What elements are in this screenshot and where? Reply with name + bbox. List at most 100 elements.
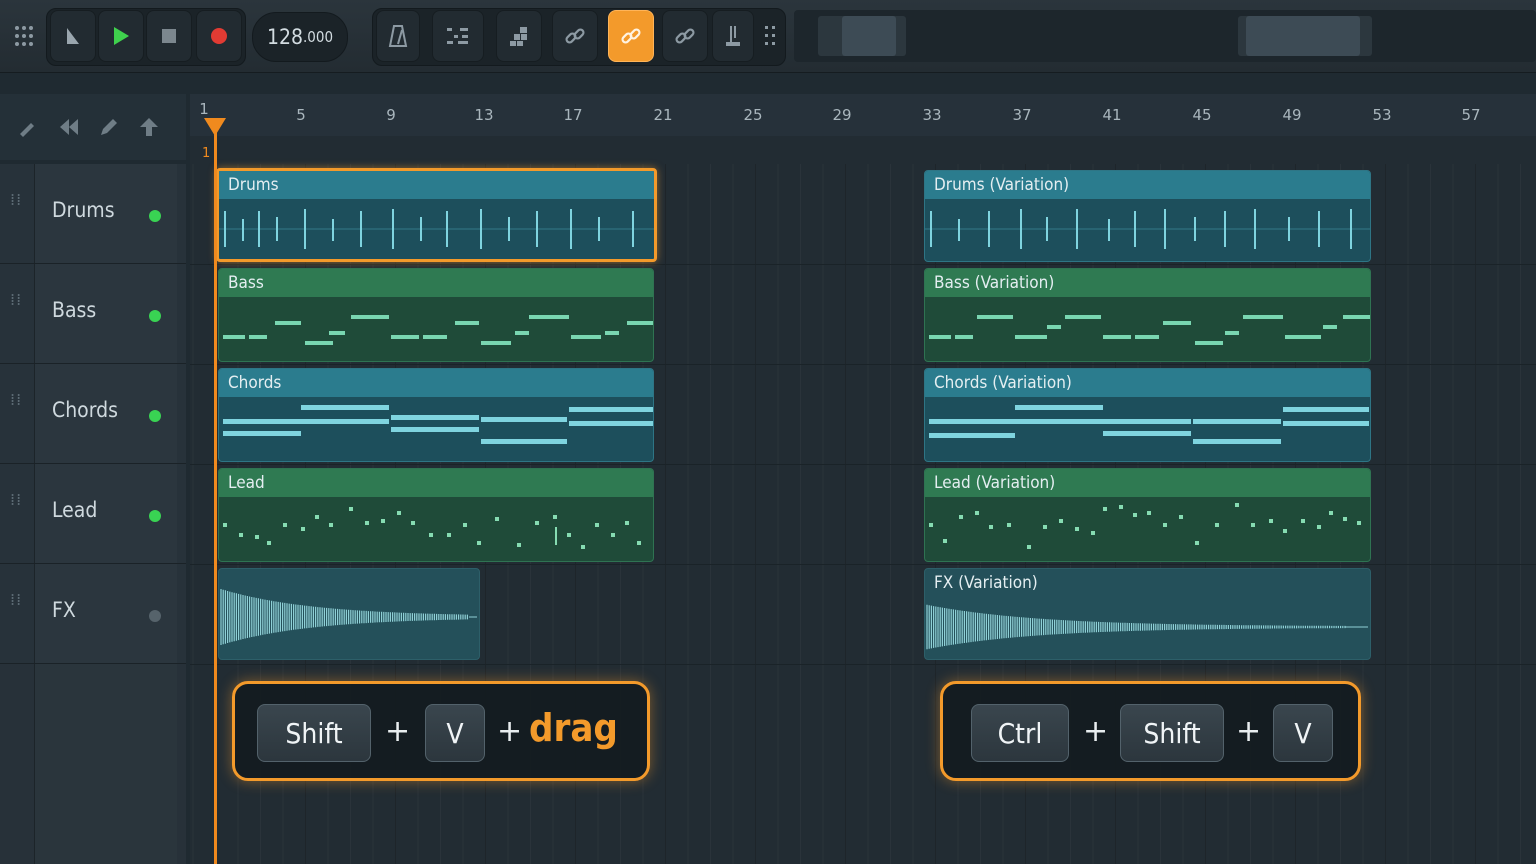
plus-sign: + [1236,714,1262,749]
clip-title: Drums (Variation) [925,171,1370,199]
lane-divider [190,664,1536,665]
toolbar: 128.000 [0,0,1536,73]
track-name[interactable]: Chords [52,398,118,422]
chord-notes [223,405,653,444]
link-alt-icon[interactable] [662,10,708,62]
playhead-marker[interactable] [204,118,226,136]
key-v: V [425,704,485,762]
arrow-up-icon[interactable] [134,112,164,142]
playhead[interactable] [214,118,217,864]
marker-label: 1 [202,146,211,161]
plus-sign: + [497,714,523,749]
bar-number: 33 [922,106,942,124]
clip-title: Lead (Variation) [925,469,1370,497]
clip-title: Chords (Variation) [925,369,1370,397]
record-icon[interactable] [196,10,242,62]
key-ctrl: Ctrl [971,704,1069,762]
bar-number: 1 [199,100,209,118]
drum-hits [219,209,654,249]
bar-number: 17 [563,106,583,124]
tuner-icon[interactable] [712,10,754,62]
clip-lead-variation[interactable]: Lead (Variation) [924,468,1371,562]
drag-action-label: drag [529,706,618,750]
fx-waveform [220,589,477,645]
lead-notes [223,507,641,549]
pencil-icon[interactable] [94,112,124,142]
lead-notes [929,503,1361,549]
clip-chords-variation[interactable]: Chords (Variation) [924,368,1371,462]
drag-handle-icon[interactable]: ⁞⁞ [10,392,24,430]
timeline-ruler[interactable]: 1 5 9 13 17 21 25 29 33 37 41 45 49 53 5… [190,94,1536,136]
track-active-led[interactable] [149,310,161,322]
bar-number: 21 [653,106,673,124]
track-header-drums[interactable]: ⁞⁞ Drums [0,164,186,264]
grid-menu-icon[interactable] [4,10,44,62]
track-header-fx[interactable]: ⁞⁞ FX [0,564,186,664]
clip-fx-variation[interactable]: FX (Variation) [924,568,1371,660]
track-name[interactable]: Drums [52,198,115,222]
clip-bass-variation[interactable]: Bass (Variation) [924,268,1371,362]
track-panel-empty [0,664,186,864]
more-icon[interactable] [756,10,784,62]
clip-bass[interactable]: Bass [218,268,654,362]
play-icon[interactable] [98,10,144,62]
track-active-led[interactable] [149,210,161,222]
track-active-led[interactable] [149,410,161,422]
track-panel-empty-inner [34,664,177,864]
tempo-display[interactable]: 128.000 [252,12,348,62]
clip-drums[interactable]: Drums [216,168,657,262]
lane-divider [190,264,1536,265]
clip-title: Chords [219,369,653,397]
drag-handle-icon[interactable]: ⁞⁞ [10,292,24,330]
track-inactive-led[interactable] [149,610,161,622]
step-icon[interactable] [432,10,484,62]
fx-waveform [926,604,1368,650]
track-name[interactable]: Bass [52,298,96,322]
lane-divider [190,564,1536,565]
bass-notes [929,315,1370,345]
bar-number: 45 [1192,106,1212,124]
link-icon[interactable] [552,10,598,62]
drag-handle-icon[interactable]: ⁞⁞ [10,592,24,630]
clip-title: Lead [219,469,653,497]
song-overview[interactable] [794,10,1536,62]
clip-fx[interactable] [218,568,480,660]
make-unique-link-icon[interactable] [608,10,654,62]
bar-number: 53 [1372,106,1392,124]
lane-divider [190,364,1536,365]
marker-lane[interactable]: 1 [190,136,1536,164]
stop-icon[interactable] [146,10,192,62]
key-shift: Shift [1120,704,1224,762]
clip-drums-variation[interactable]: Drums (Variation) [924,170,1371,262]
rewind-icon[interactable] [54,112,84,142]
track-name[interactable]: FX [52,598,76,622]
draw-icon[interactable] [12,112,42,142]
tempo-fraction: .000 [303,28,334,46]
key-shift: Shift [257,704,371,762]
bar-number: 13 [474,106,494,124]
track-name[interactable]: Lead [52,498,97,522]
tempo-value: 128 [266,25,303,49]
drag-handle-icon[interactable]: ⁞⁞ [10,192,24,230]
pattern-song-icon[interactable] [50,10,96,62]
bar-number: 49 [1282,106,1302,124]
overview-block [842,16,896,56]
overview-block [1246,16,1360,56]
shortcut-callout-make-unique: Ctrl + Shift + V [940,681,1361,781]
clip-chords[interactable]: Chords [218,368,654,462]
blocks-icon[interactable] [496,10,542,62]
bar-number: 5 [296,106,306,124]
clip-title: Drums [219,171,654,199]
track-active-led[interactable] [149,510,161,522]
bar-number: 57 [1461,106,1481,124]
track-header-bass[interactable]: ⁞⁞ Bass [0,264,186,364]
bar-number: 9 [386,106,396,124]
bar-number: 37 [1012,106,1032,124]
metronome-icon[interactable] [376,10,420,62]
track-header-lead[interactable]: ⁞⁞ Lead [0,464,186,564]
key-v: V [1273,704,1333,762]
clip-title: Bass (Variation) [925,269,1370,297]
track-header-chords[interactable]: ⁞⁞ Chords [0,364,186,464]
drag-handle-icon[interactable]: ⁞⁞ [10,492,24,530]
clip-lead[interactable]: Lead [218,468,654,562]
